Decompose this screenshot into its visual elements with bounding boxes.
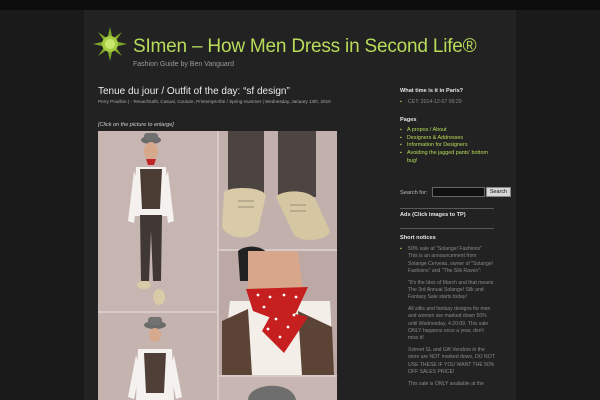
paris-time: CET: 2014-12-07 09:29 [408,99,462,105]
notice-line: Fashions" and "The Silk Raven": [408,268,482,275]
search-input[interactable] [432,187,485,197]
notice-line: OFF SALES PRICE! [408,369,455,376]
notice-line: Solange Cerveau, owner of "Solange! [408,260,494,267]
page-link-info-designers[interactable]: Information for Designers [400,142,488,150]
notice-line: until Wednesday, 4:20:09. This sale [408,320,489,327]
page-link-jagged-pants[interactable]: Avoiding the jagged pants' bottom [400,150,488,158]
notice-line: Fantasy Sale starts today! [408,294,467,301]
notice-line: 50% sale at "Solange! Fashions" [408,246,482,252]
page-link-jagged-pants-cont[interactable]: bug! [407,158,418,164]
divider [400,228,494,229]
square-bullet-icon: ▪ [400,246,402,252]
notices-heading: Short notices [400,235,436,241]
top-bar [0,0,600,10]
pages-list: A propos / About Designers & Addresses I… [400,127,488,158]
notice-line: miss it! [408,335,424,342]
divider [400,208,494,209]
notice-line: This sale is ONLY available at the [408,380,484,387]
post-meta: Perry Pouillon | - Tenue/Outfit, Casual,… [98,99,331,104]
notice-text: 50% sale at "Solange! Fashions" This is … [408,246,513,388]
site-title-link[interactable]: SImen – How Men Dress in Second Life® [133,36,477,58]
square-bullet-icon: ▪ [400,99,402,105]
ads-heading: Ads (Click images to TP) [400,212,466,218]
logo-icon[interactable] [93,27,127,61]
site-subtitle: Fashion Guide by Ben Vanguard [133,61,235,68]
notice-line: USE THESE IF YOU WANT THE 50% [408,361,495,368]
page-link-designers[interactable]: Designers & Addresses [400,135,488,143]
post-title-link[interactable]: Tenue du jour / Outfit of the day: “sf d… [98,86,290,97]
enlarge-note: [Click on the picture to enlarge] [98,122,174,128]
notice-line: "It's the Ides of March and that means [408,279,494,286]
notice-line: This is an announcement from [408,253,477,260]
search-button[interactable]: Search [486,187,511,197]
time-heading: What time is it in Paris? [400,88,464,94]
notice-line: and women are marked down 50% [408,313,487,320]
notice-line: The 3rd Annual Solange! Silk and [408,287,484,294]
outfit-photo[interactable] [98,131,337,400]
notice-line: All silks and fantasy designs for men [408,305,491,312]
notice-line: ONLY happens once a year, don't [408,328,484,335]
page-container: SImen – How Men Dress in Second Life® Fa… [84,10,516,400]
page-link-about[interactable]: A propos / About [400,127,488,135]
pages-heading: Pages [400,117,417,123]
notice-line: Xstreet SL and Gift Vendors in the [408,346,485,353]
search-label: Search for: [400,190,428,196]
notice-line: store are NOT marked down, DO NOT [408,354,495,361]
